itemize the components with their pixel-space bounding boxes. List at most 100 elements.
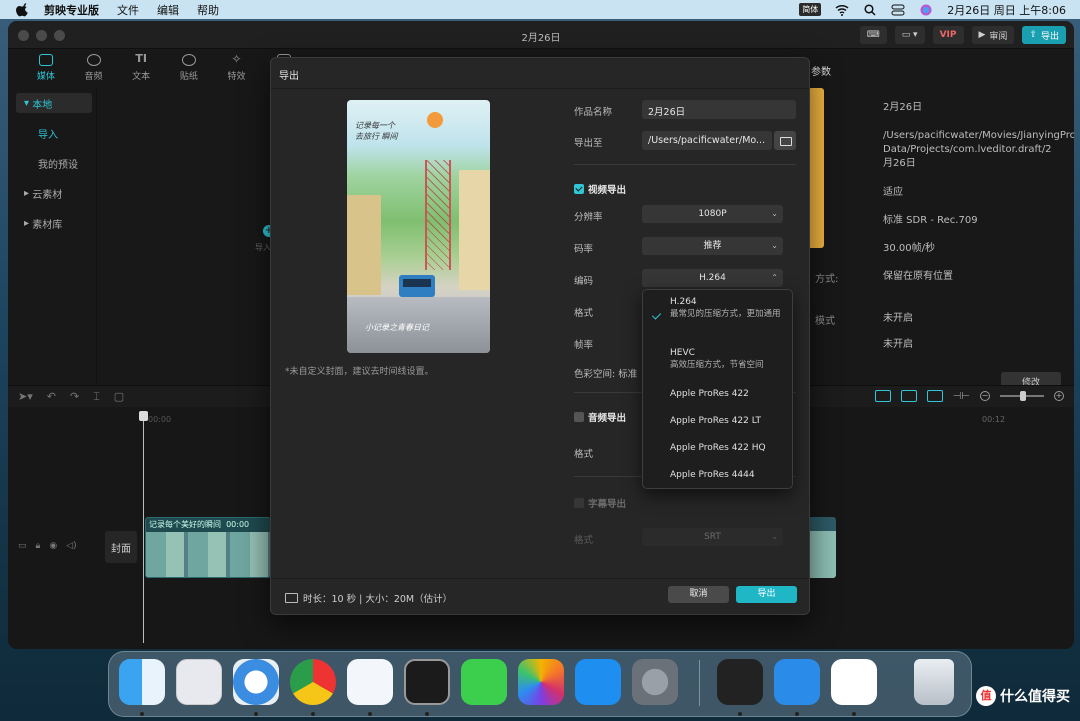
bitrate-select[interactable]: 推荐 ⌄ [642,237,783,255]
stocks-icon[interactable] [717,659,763,705]
preview-axis-icon[interactable] [926,390,943,402]
magnet-icon[interactable] [874,390,891,402]
zoom-slider[interactable] [1000,391,1044,401]
codec-option-prores-422-hq[interactable]: Apple ProRes 422 HQ [643,443,794,453]
rocket-icon[interactable] [347,659,393,705]
title-bar: 2月26日 ⌨ ▭ ▾ VIP ▶ 审阅 ⇧ 导出 [8,21,1074,49]
preview-icon[interactable] [774,659,820,705]
track-visible-icon[interactable]: ◉ [49,541,57,551]
video-clip-end[interactable] [808,517,836,578]
menu-clock[interactable]: 2月26日 周日 上午8:06 [947,2,1066,18]
align-icon[interactable]: ⊣⊢ [953,391,970,402]
tool-effects[interactable]: ✧ 特效 [213,49,261,85]
control-center-icon[interactable] [891,4,905,16]
input-method-icon[interactable]: 简体 [799,3,822,16]
framerate-label: 帧率 [574,340,594,351]
activity-monitor-icon[interactable] [404,659,450,705]
preview-building [459,170,490,290]
bitrate-label: 码率 [574,244,594,255]
track-video-icon[interactable]: ▭ [18,541,27,551]
sidebar-item-local[interactable]: ▾ 本地 [16,93,92,113]
chrome-icon[interactable] [290,659,336,705]
export-path-input[interactable]: /Users/pacificwater/Mo... [642,131,772,150]
apple-icon[interactable] [16,2,30,17]
select-cursor-icon[interactable]: ➤▾ [18,390,33,404]
capcut-icon[interactable] [831,659,877,705]
audio-format-label: 格式 [574,449,594,460]
menu-app-name[interactable]: 剪映专业版 [44,2,99,18]
chevron-down-icon: ⌄ [771,209,778,218]
wifi-icon[interactable] [835,4,849,16]
codec-option-prores-422[interactable]: Apple ProRes 422 [643,389,794,399]
sidebar-item-presets[interactable]: 我的预设 [16,153,92,173]
params-title: 参数 [811,67,831,78]
format-label: 格式 [574,308,594,319]
subtitle-export-checkbox[interactable] [574,498,584,508]
layout-button[interactable]: ▭ ▾ [894,26,925,44]
work-name-input[interactable]: 2月26日 [642,100,796,119]
audio-export-toggle[interactable]: 音频导出 [574,410,626,424]
keyboard-shortcuts-button[interactable]: ⌨ [859,26,887,44]
resolution-select[interactable]: 1080P ⌄ [642,205,783,223]
tool-sticker[interactable]: 贴纸 [165,49,213,85]
codec-label: 编码 [574,276,594,287]
sidebar-item-import[interactable]: 导入 [16,123,92,143]
export-button[interactable]: 导出 [736,586,797,603]
title-export-button[interactable]: ⇧ 导出 [1022,26,1066,44]
menu-file[interactable]: 文件 [117,2,139,18]
tool-media[interactable]: 媒体 [22,49,70,85]
search-icon[interactable] [863,3,877,16]
system-preferences-icon[interactable] [632,659,678,705]
review-button[interactable]: ▶ 审阅 [971,26,1015,44]
audio-export-checkbox[interactable] [574,412,584,422]
param-value: 2月26日 [883,102,923,113]
colorspace-label-text: 色彩空间: [574,369,616,380]
title-export-label: 导出 [1040,31,1059,42]
subtitle-format-select[interactable]: SRT ⌄ [642,528,783,546]
sidebar-item-library[interactable]: ▸ 素材库 [16,213,92,233]
dialog-footer: 时长：10 秒 | 大小：20M（估计） 取消 导出 [271,578,809,616]
track-audio-icon[interactable]: ◁) [66,541,76,551]
track-lock-icon[interactable]: 🔒︎ [36,541,41,551]
video-export-toggle[interactable]: 视频导出 [574,182,626,196]
preview-title-line1: 记录每一个 [355,121,395,130]
app-store-icon[interactable] [575,659,621,705]
safari-icon[interactable] [233,659,279,705]
sidebar-item-cloud[interactable]: ▸ 云素材 [16,183,92,203]
split-icon[interactable]: ⌶ [93,390,100,404]
playhead[interactable] [139,411,148,643]
param-key: 方式: [815,274,839,285]
launchpad-icon[interactable] [176,659,222,705]
messages-icon[interactable] [461,659,507,705]
codec-option-prores-422-lt[interactable]: Apple ProRes 422 LT [643,416,794,426]
trash-icon[interactable] [914,659,954,705]
sticker-icon [181,54,196,66]
codec-option-hevc[interactable]: HEVC 高效压缩方式，节省空间 [643,348,794,371]
video-clip[interactable]: 记录每个美好的瞬间 00:00 [145,517,271,578]
codec-select[interactable]: H.264 ⌃ [642,269,783,287]
vip-button[interactable]: VIP [932,26,964,44]
cover-button[interactable]: 封面 [105,531,137,563]
tool-text[interactable]: TI 文本 [117,49,165,85]
zoom-out-icon[interactable]: − [980,391,990,401]
codec-option-h264[interactable]: H.264 最常见的压缩方式，更加通用 [643,297,794,320]
siri-icon[interactable] [919,4,933,16]
cancel-button[interactable]: 取消 [668,586,729,603]
undo-icon[interactable]: ↶ [47,390,56,404]
folder-icon[interactable] [774,131,796,150]
photos-icon[interactable] [518,659,564,705]
zoom-in-icon[interactable]: + [1054,391,1064,401]
codec-option-prores-4444[interactable]: Apple ProRes 4444 [643,470,794,480]
link-icon[interactable] [900,390,917,402]
menu-edit[interactable]: 编辑 [157,2,179,18]
redo-icon[interactable]: ↷ [70,390,79,404]
menu-help[interactable]: 帮助 [197,2,219,18]
params-panel: 参数 2月26日 /Users/pacificwater/Movies/Jian… [803,55,1074,390]
tool-audio[interactable]: 音频 [70,49,118,85]
delete-icon[interactable]: ▢ [114,390,124,404]
running-indicator [738,712,742,716]
video-export-checkbox[interactable] [574,184,584,194]
finder-icon[interactable] [119,659,165,705]
work-name-label: 作品名称 [574,107,613,118]
subtitle-export-toggle[interactable]: 字幕导出 [574,496,626,510]
